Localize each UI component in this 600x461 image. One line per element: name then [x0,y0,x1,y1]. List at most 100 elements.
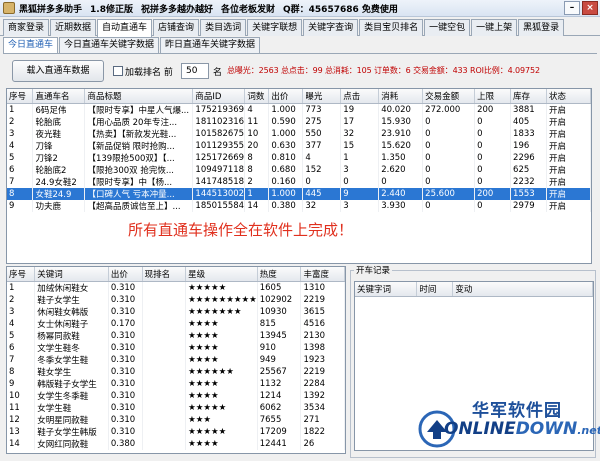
main_table-column-header[interactable]: 商品标题 [84,89,194,104]
table-row[interactable]: 4 女士休闲鞋子 0.170 ★★★★ 815 4516 [7,317,345,330]
main_table-column-header[interactable]: 词数 [244,89,270,104]
tab-empty-package[interactable]: 一键空包 [424,19,471,36]
main_table-column-header[interactable]: 点击 [340,89,380,104]
table-row[interactable]: 7 冬季女学生鞋 0.310 ★★★★ 949 1923 [7,353,345,366]
table-row[interactable]: 3 夜光鞋 【热卖】【新款发光鞋... 101582675 10 1.000 550 32 23… [7,127,591,140]
table-row[interactable]: 2 轮胎底 【用心品质 20年专注... 181102316 11 0.590 275 17 1… [7,115,591,128]
table-row[interactable]: 9 韩版鞋子女学生 0.310 ★★★★ 1132 2284 [7,377,345,390]
load-rank-checkbox[interactable] [113,66,123,76]
table-row[interactable]: 2 鞋子女学生 0.310 ★★★★★★★★★ 102902 2219 [7,293,345,306]
main_table-column-header[interactable]: 消耗 [378,89,424,104]
keyword_table-column-header[interactable]: 关键词 [34,267,109,282]
keyword_table-column-header[interactable]: 星级 [185,267,258,282]
table-cell: 1132 [257,377,302,390]
table-cell: 0 [474,127,512,140]
table-cell: 181102316 [192,115,246,128]
main_table-column-header[interactable]: 状态 [546,89,591,104]
table-cell: 0.310 [108,329,143,342]
keyword-table-body: 序号 关键词 出价 现排名 星级 热度 丰富度 1 加绒休闲鞋女 0.310 ★★★★★ 1605 1… [7,267,345,450]
tab-today-train[interactable]: 今日直通车 [3,37,59,53]
main_table-column-header[interactable]: 库存 [510,89,547,104]
table-row[interactable]: 6 文学生鞋冬 0.310 ★★★★ 910 1398 [7,341,345,354]
table-cell: 4 [244,103,270,116]
table-cell: 【口碑人气 亏本冲量... [84,187,194,200]
table-cell: 2 [7,115,34,128]
keyword_table-column-header[interactable]: 现排名 [142,267,187,282]
table-row[interactable]: 11 女学生鞋 0.310 ★★★★★ 6062 3534 [7,401,345,414]
keyword_table-column-header[interactable]: 丰富度 [300,267,345,282]
table-row[interactable]: 7 24.9女鞋2 【限时专享】中【杨... 141748518 2 0.160 0 0 0 0 0… [7,175,591,188]
table-row[interactable]: 5 杨幂同款鞋 0.310 ★★★★ 13945 2130 [7,329,345,342]
table-cell: 2296 [510,151,547,164]
app-version: 1.8修正版 [90,4,133,15]
table-cell: 32 [302,199,342,212]
tab-merchant-login[interactable]: 商家登录 [3,19,50,36]
minimize-icon[interactable]: – [564,1,580,15]
table-cell: 鞋子女学生韩版 [34,425,109,438]
table-cell [142,305,187,318]
log_panel-column-header[interactable]: 时间 [416,282,454,297]
table-row[interactable]: 1 加绒休闲鞋女 0.310 ★★★★★ 1605 1310 [7,281,345,294]
app-contact: 各位老板发财 [220,4,275,15]
table-cell: 200 [474,103,512,116]
table-cell: 25.600 [422,187,476,200]
table-row[interactable]: 8 女鞋24.9 【口碑人气 亏本冲量... 144513002 1 1.000 445 9 2… [7,187,591,200]
table-row[interactable]: 10 女学生冬季鞋 0.310 ★★★★ 1214 1392 [7,389,345,402]
table-cell: 141748518 [192,175,246,188]
table-row[interactable]: 13 鞋子女学生韩版 0.310 ★★★★★ 17209 1822 [7,425,345,438]
main_table-column-header[interactable]: 曝光 [302,89,342,104]
table-cell: 24.9女鞋2 [32,175,86,188]
table-cell: 6 [7,163,34,176]
main_table-column-header[interactable]: 商品ID [192,89,246,104]
log_panel-column-header[interactable]: 关键字词 [355,282,418,297]
table-cell: 1392 [300,389,345,402]
tab-recent-data[interactable]: 近期数据 [50,19,97,36]
table-row[interactable]: 8 鞋女学生 0.310 ★★★★★★ 25567 2219 [7,365,345,378]
table-cell: 4 [7,139,34,152]
table-cell: 刀锋 [32,139,86,152]
tab-yesterday-keyword-data[interactable]: 昨日直通车关键字数据 [160,37,261,53]
tab-keyword-query[interactable]: 关键字查询 [303,19,359,36]
tab-auto-train[interactable]: 自动直通车 [97,19,153,37]
keyword_table-column-header[interactable]: 出价 [108,267,143,282]
table-cell [142,365,187,378]
main_table-column-header[interactable]: 直通车名 [32,89,86,104]
close-icon[interactable]: × [582,1,598,15]
tab-shop-query[interactable]: 店铺查询 [153,19,200,36]
keyword_table-column-header[interactable]: 序号 [7,267,36,282]
load-data-button[interactable]: 载入直通车数据 [12,60,104,82]
table-cell: 轮胎底 [32,115,86,128]
table-cell: 949 [257,353,302,366]
table-row[interactable]: 3 休闲鞋女韩版 0.310 ★★★★★★★ 10930 3615 [7,305,345,318]
table-cell: 550 [302,127,342,140]
table-cell: 【新品促销 限时抢购... [84,139,194,152]
table-cell: 109497118 [192,163,246,176]
table-row[interactable]: 14 女网红同款鞋 0.380 ★★★★ 12441 26 [7,437,345,450]
table-row[interactable]: 12 女明星同款鞋 0.310 ★★★ 7655 271 [7,413,345,426]
watermark: 华军软件园 ONLINEDOWN.net [418,396,600,458]
table-cell: 4516 [300,317,345,330]
tab-today-keyword-data[interactable]: 今日直通车关键字数据 [59,37,160,53]
rank-count-input[interactable]: 50 [181,63,209,79]
tab-one-click-list[interactable]: 一键上架 [471,19,518,36]
main_table-column-header[interactable]: 交易金额 [422,89,476,104]
table-row[interactable]: 9 功夫鹿 【超高品质诚信至上】... 185015584 14 0.380 32 3 3.93… [7,199,591,212]
main_table-column-header[interactable]: 出价 [268,89,304,104]
tab-keyword-suggest[interactable]: 关键字联想 [247,19,303,36]
table-row[interactable]: 4 刀锋 【新品促销 限时抢购... 101129355 20 0.630 377 15 15.… [7,139,591,152]
table-row[interactable]: 6 轮胎底2 【限抢300双 抢完恢... 109497118 8 0.680 152 3 2.… [7,163,591,176]
tab-heihu-login[interactable]: 黑狐登录 [518,19,565,36]
main_table-column-header[interactable]: 上限 [474,89,512,104]
table-cell: 200 [474,187,512,200]
table-cell: 152 [302,163,342,176]
table-cell: 0 [302,175,342,188]
tab-category-rank[interactable]: 类目宝贝排名 [359,19,424,36]
table-row[interactable]: 1 6码足伟 【限时专享】中星人气爆... 175219369 4 1.000 773 19 4… [7,103,591,116]
main_table-column-header[interactable]: 序号 [7,89,34,104]
tab-category-words[interactable]: 类目选词 [200,19,247,36]
table-row[interactable]: 5 刀锋2 【139限抢500双】【... 125172669 8 0.810 4 1 1.35… [7,151,591,164]
table-cell: 0.310 [108,425,143,438]
log_panel-column-header[interactable]: 变动 [452,282,593,297]
keyword_table-column-header[interactable]: 热度 [257,267,302,282]
table-cell: 377 [302,139,342,152]
